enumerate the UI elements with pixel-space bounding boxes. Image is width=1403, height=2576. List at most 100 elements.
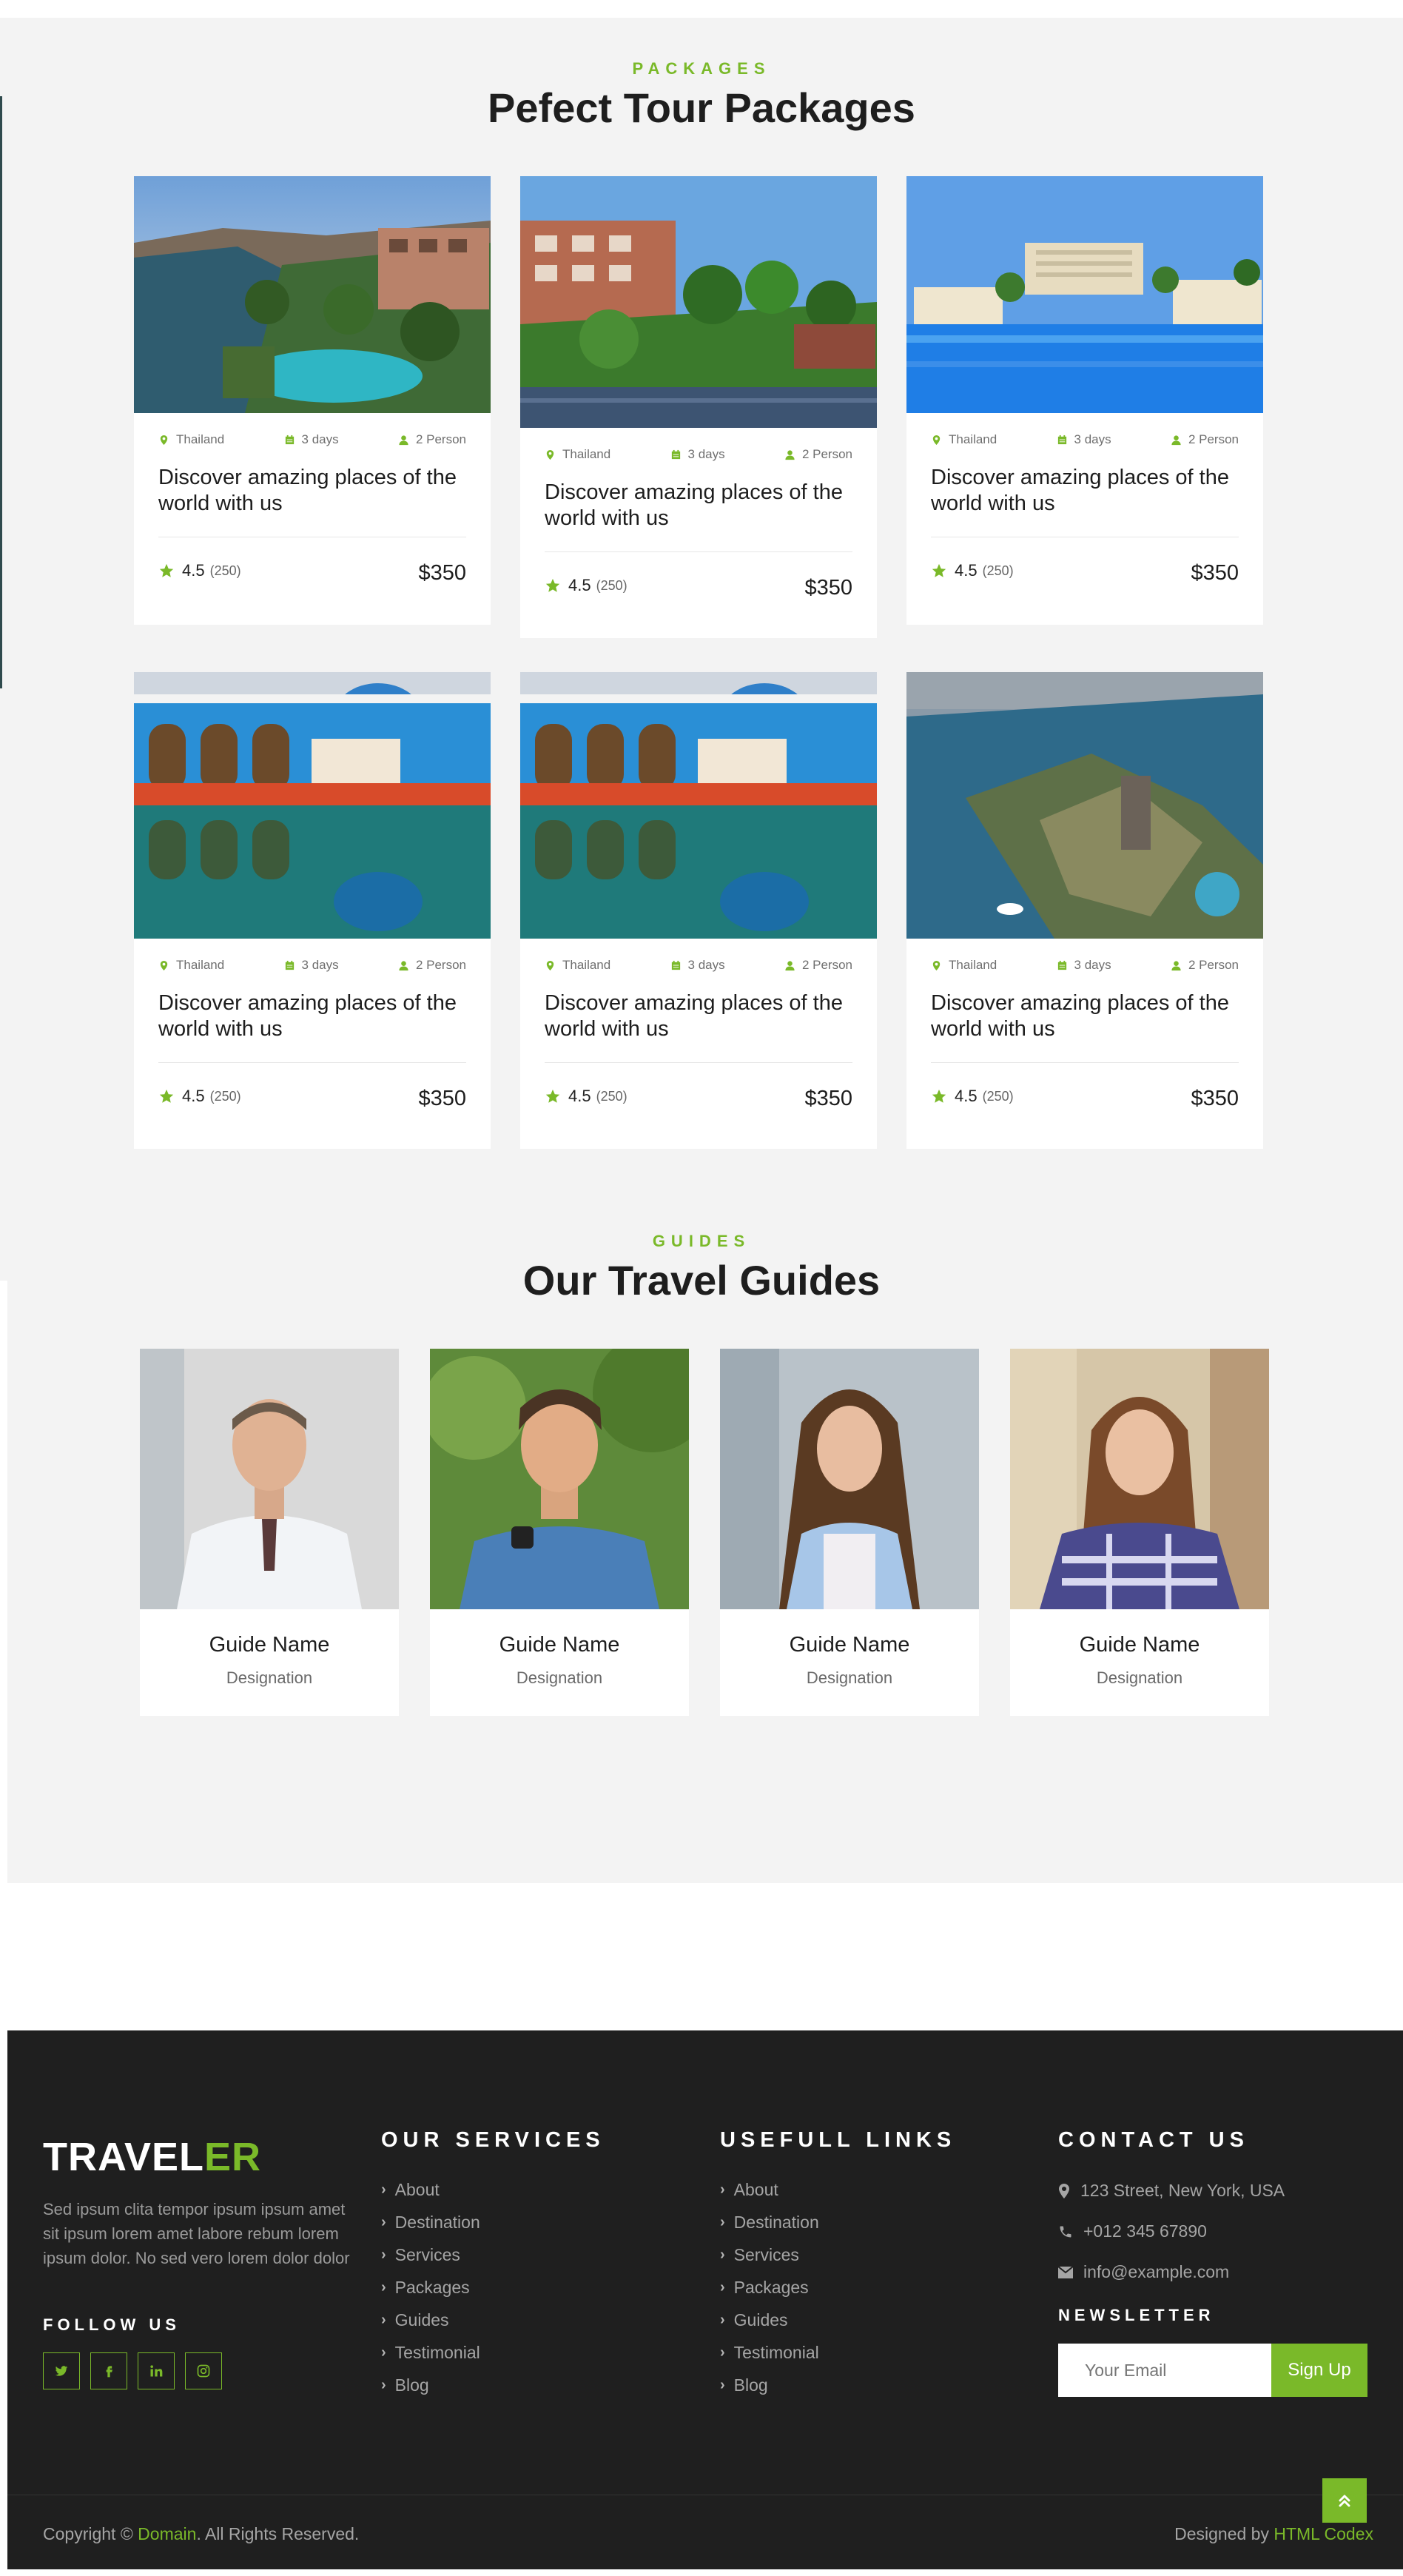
package-location: Thailand <box>176 958 225 972</box>
package-location: Thailand <box>562 447 611 461</box>
left-edge-strip <box>0 1281 7 1888</box>
package-rating: 4.5 <box>955 561 978 580</box>
services-list: › About › Destination › Services › Packages … <box>381 2173 480 2401</box>
link-label: Destination <box>733 2212 819 2232</box>
package-reviews: (250) <box>596 1088 628 1104</box>
package-rating: 4.5 <box>955 1087 978 1105</box>
useful-link[interactable]: › Services <box>720 2238 819 2271</box>
link-label: Testimonial <box>394 2342 480 2362</box>
link-label: Packages <box>394 2277 470 2297</box>
packages-eyebrow: PACKAGES <box>632 59 771 78</box>
useful-link[interactable]: › Testimonial <box>720 2336 819 2369</box>
services-link[interactable]: › Testimonial <box>381 2336 480 2369</box>
link-label: Blog <box>394 2375 429 2395</box>
domain-link[interactable]: Domain <box>138 2524 196 2543</box>
twitter-button[interactable] <box>43 2352 80 2389</box>
copyright: Copyright © Domain. All Rights Reserved. <box>43 2524 359 2544</box>
package-image <box>906 672 1263 939</box>
package-card[interactable]: Thailand 3 days 2 Person Discover amazin… <box>906 176 1263 625</box>
star-icon <box>545 578 560 592</box>
user-icon <box>399 435 408 445</box>
services-heading: OUR SERVICES <box>381 2128 605 2152</box>
package-image <box>520 176 877 428</box>
footer: TRAVELER Sed ipsum clita tempor ipsum ip… <box>7 2030 1403 2569</box>
html-codex-link[interactable]: HTML Codex <box>1274 2524 1373 2543</box>
package-location: Thailand <box>562 958 611 972</box>
package-title[interactable]: Discover amazing places of the world wit… <box>158 990 468 1042</box>
twitter-icon <box>55 2366 68 2376</box>
chevron-right-icon: › <box>381 2213 386 2230</box>
package-duration: 3 days <box>301 958 339 972</box>
package-duration: 3 days <box>301 432 339 446</box>
package-persons: 2 Person <box>1188 958 1239 972</box>
useful-link[interactable]: › Blog <box>720 2369 819 2401</box>
link-label: Services <box>733 2244 799 2264</box>
link-label: Blog <box>733 2375 768 2395</box>
facebook-button[interactable] <box>90 2352 127 2389</box>
useful-link[interactable]: › About <box>720 2173 819 2206</box>
services-link[interactable]: › Guides <box>381 2304 480 2336</box>
contact-phone[interactable]: +012 345 67890 <box>1058 2221 1207 2241</box>
services-link[interactable]: › About <box>381 2173 480 2206</box>
package-title[interactable]: Discover amazing places of the world wit… <box>158 465 468 517</box>
back-to-top-button[interactable] <box>1322 2478 1367 2523</box>
contact-heading: CONTACT US <box>1058 2128 1249 2152</box>
calendar-icon <box>671 449 680 459</box>
guide-photo <box>140 1349 399 1609</box>
services-link[interactable]: › Destination <box>381 2206 480 2238</box>
map-marker-icon <box>160 960 168 970</box>
package-duration: 3 days <box>687 447 725 461</box>
package-title[interactable]: Discover amazing places of the world wit… <box>545 990 855 1042</box>
package-image <box>520 672 877 939</box>
guide-name: Guide Name <box>789 1633 910 1657</box>
user-icon <box>399 960 408 970</box>
instagram-icon <box>197 2364 210 2378</box>
package-card[interactable]: Thailand 3 days 2 Person Discover amazin… <box>134 176 491 625</box>
services-link[interactable]: › Blog <box>381 2369 480 2401</box>
contact-email[interactable]: info@example.com <box>1058 2262 1229 2282</box>
user-icon <box>785 449 795 460</box>
linkedin-button[interactable] <box>138 2352 175 2389</box>
guide-designation: Designation <box>516 1668 603 1687</box>
package-card[interactable]: Thailand 3 days 2 Person Discover amazin… <box>906 672 1263 1149</box>
guide-photo <box>720 1349 979 1609</box>
link-label: Services <box>394 2244 460 2264</box>
package-persons: 2 Person <box>801 958 852 972</box>
package-price: $350 <box>418 1087 466 1110</box>
package-reviews: (250) <box>209 1088 241 1104</box>
linkedin-icon <box>150 2365 163 2377</box>
guide-card[interactable]: Guide Name Designation <box>1010 1349 1269 1716</box>
services-link[interactable]: › Packages <box>381 2271 480 2304</box>
guide-photo <box>430 1349 689 1609</box>
package-card[interactable]: Thailand 3 days 2 Person Discover amazin… <box>520 672 877 1149</box>
useful-link[interactable]: › Packages <box>720 2271 819 2304</box>
services-link[interactable]: › Services <box>381 2238 480 2271</box>
package-card[interactable]: Thailand 3 days 2 Person Discover amazin… <box>134 672 491 1149</box>
newsletter-email-input[interactable] <box>1058 2344 1271 2397</box>
star-icon <box>932 1089 946 1103</box>
package-title[interactable]: Discover amazing places of the world wit… <box>931 990 1241 1042</box>
guides-title: Our Travel Guides <box>522 1257 881 1304</box>
guide-card[interactable]: Guide Name Designation <box>720 1349 979 1716</box>
package-image <box>134 176 491 413</box>
link-label: Destination <box>394 2212 480 2232</box>
guide-card[interactable]: Guide Name Designation <box>140 1349 399 1716</box>
chevron-right-icon: › <box>381 2376 386 2393</box>
package-rating: 4.5 <box>182 561 205 580</box>
signup-button[interactable]: Sign Up <box>1271 2344 1367 2397</box>
envelope-icon <box>1058 2266 1073 2278</box>
user-icon <box>1171 960 1181 970</box>
package-title[interactable]: Discover amazing places of the world wit… <box>545 480 855 531</box>
package-title[interactable]: Discover amazing places of the world wit… <box>931 465 1241 517</box>
chevron-right-icon: › <box>381 2311 386 2328</box>
guide-card[interactable]: Guide Name Designation <box>430 1349 689 1716</box>
useful-link[interactable]: › Destination <box>720 2206 819 2238</box>
map-marker-icon <box>1059 2183 1069 2198</box>
package-price: $350 <box>804 576 852 600</box>
footer-logo[interactable]: TRAVELER <box>43 2134 261 2180</box>
useful-link[interactable]: › Guides <box>720 2304 819 2336</box>
instagram-button[interactable] <box>185 2352 222 2389</box>
package-duration: 3 days <box>1074 432 1111 446</box>
logo-accent: ER <box>204 2135 262 2179</box>
package-card[interactable]: Thailand 3 days 2 Person Discover amazin… <box>520 176 877 638</box>
